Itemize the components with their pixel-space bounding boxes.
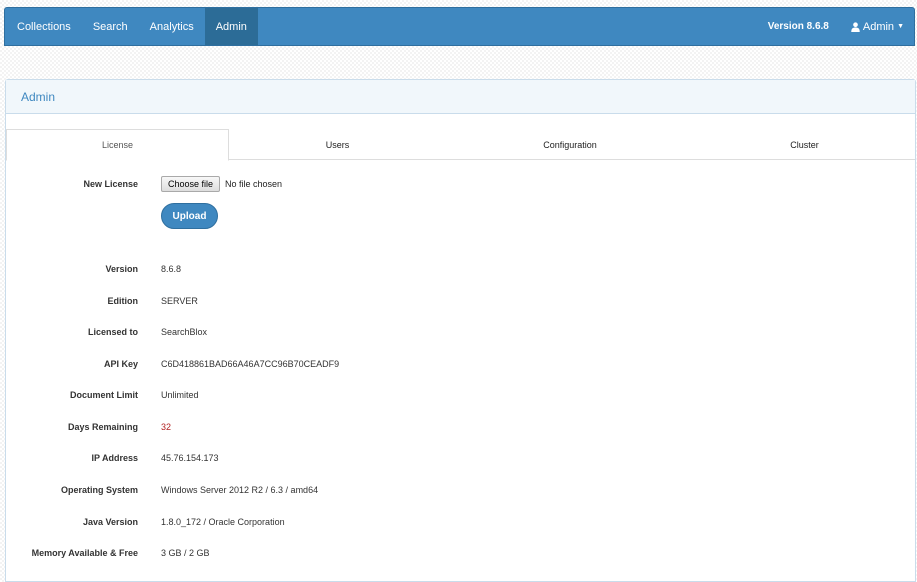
new-license-row: New License Choose file No file chosen: [6, 176, 906, 192]
info-value: 3 GB / 2 GB: [161, 548, 210, 558]
info-label: Operating System: [60, 485, 138, 495]
tab-bar: License Users Configuration Cluster: [6, 129, 915, 161]
info-row-version: Version 8.6.8: [6, 264, 906, 274]
caret-down-icon: ▼: [897, 23, 904, 30]
info-label: API Key: [103, 359, 138, 369]
info-label: Memory Available & Free: [31, 548, 138, 558]
info-row-java-version: Java Version 1.8.0_172 / Oracle Corporat…: [6, 517, 906, 527]
api-key-value: C6D418861BAD66A46A7CC96B70CEADF9: [161, 359, 340, 369]
nav-collections[interactable]: Collections: [5, 8, 82, 45]
user-menu-button[interactable]: Admin ▼: [851, 21, 904, 33]
info-value: 8.6.8: [161, 264, 182, 274]
tab-license[interactable]: License: [6, 129, 229, 161]
version-label: Version 8.6.8: [767, 21, 829, 32]
info-label: Document Limit: [69, 390, 138, 400]
file-status-text: No file chosen: [225, 179, 283, 189]
admin-panel: Admin License Users Configuration Cluste…: [5, 79, 916, 582]
user-icon: [851, 21, 860, 32]
tab-cluster[interactable]: Cluster: [694, 129, 915, 160]
nav-admin[interactable]: Admin: [204, 8, 258, 45]
info-value: SearchBlox: [161, 327, 208, 337]
user-menu-label: Admin: [862, 20, 895, 33]
info-label: Edition: [107, 296, 139, 306]
info-value: 1.8.0_172 / Oracle Corporation: [161, 517, 285, 527]
info-row-licensed-to: Licensed to SearchBlox: [6, 327, 906, 337]
info-row-operating-system: Operating System Windows Server 2012 R2 …: [6, 485, 906, 495]
nav-right: Version 8.6.8 Admin ▼: [768, 8, 914, 45]
info-value: Unlimited: [161, 390, 199, 400]
choose-file-button[interactable]: Choose file: [161, 176, 221, 192]
nav-search[interactable]: Search: [82, 8, 139, 45]
info-label: Java Version: [82, 517, 138, 527]
info-label: Version: [105, 264, 138, 274]
tab-configuration[interactable]: Configuration: [446, 129, 694, 160]
info-value: 45.76.154.173: [161, 453, 219, 463]
info-label: Days Remaining: [67, 422, 138, 432]
nav-menu: Collections Search Analytics Admin: [5, 8, 258, 45]
new-license-label: New License: [83, 179, 138, 189]
info-row-document-limit: Document Limit Unlimited: [6, 390, 906, 400]
days-remaining-value: 32: [161, 422, 172, 432]
info-row-api-key: API Key C6D418861BAD66A46A7CC96B70CEADF9: [6, 359, 906, 369]
panel-title: Admin: [6, 80, 915, 114]
info-label: IP Address: [91, 453, 138, 463]
info-value: SERVER: [161, 296, 198, 306]
info-value: Windows Server 2012 R2 / 6.3 / amd64: [161, 485, 319, 495]
nav-analytics[interactable]: Analytics: [139, 8, 205, 45]
tab-users[interactable]: Users: [229, 129, 446, 160]
info-row-days-remaining: Days Remaining 32: [6, 422, 906, 432]
upload-button[interactable]: Upload: [161, 203, 218, 229]
top-navbar: Collections Search Analytics Admin Versi…: [4, 7, 915, 46]
info-label: Licensed to: [87, 327, 138, 337]
info-row-edition: Edition SERVER: [6, 296, 906, 306]
info-row-ip-address: IP Address 45.76.154.173: [6, 453, 906, 463]
info-row-memory: Memory Available & Free 3 GB / 2 GB: [6, 548, 906, 558]
